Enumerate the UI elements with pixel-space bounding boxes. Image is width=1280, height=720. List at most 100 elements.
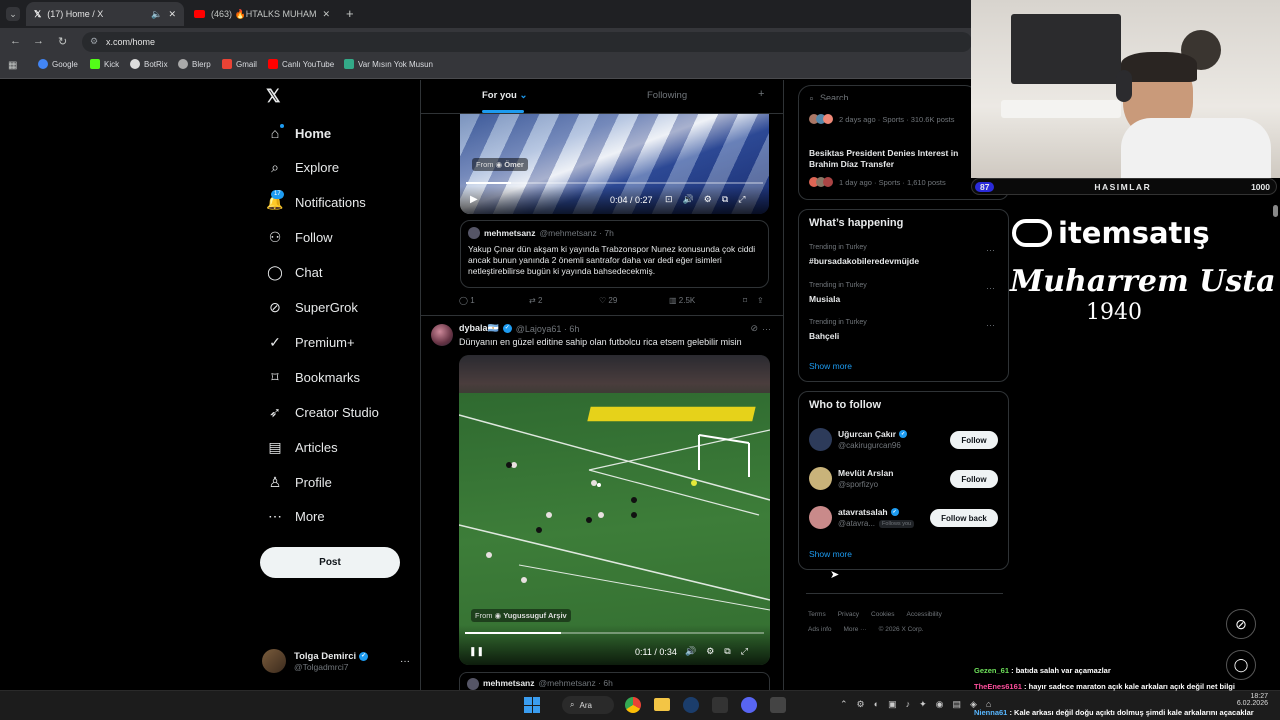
bookmark-botrix[interactable]: BotRix: [130, 59, 168, 69]
fullscreen-icon[interactable]: ⤢: [738, 194, 745, 205]
forward-icon[interactable]: →: [33, 35, 44, 47]
settings-icon[interactable]: ⚙: [704, 194, 712, 205]
bookmark-blerp[interactable]: Blerp: [178, 59, 211, 69]
avatar[interactable]: [809, 467, 832, 490]
video-player[interactable]: From ◉ Yugussuguf Arşiv ❚❚ 0:11 / 0:34 🔊…: [459, 355, 770, 665]
messages-fab-icon[interactable]: ◯: [1226, 650, 1256, 680]
bookmark-google[interactable]: Google: [38, 59, 78, 69]
footer-link[interactable]: Accessibility: [907, 607, 942, 622]
footer-link[interactable]: Ads info: [808, 622, 832, 637]
suggested-user-name[interactable]: Uğurcan Çakır: [838, 429, 896, 439]
footer-link[interactable]: Cookies: [871, 607, 894, 622]
more-dots-icon[interactable]: ···: [986, 320, 995, 330]
pip-icon[interactable]: ⧉: [722, 194, 728, 205]
more-dots-icon[interactable]: ···: [986, 245, 995, 255]
chrome-icon[interactable]: [625, 697, 641, 713]
follow-button[interactable]: Follow: [950, 470, 998, 488]
follow-button[interactable]: Follow: [950, 431, 998, 449]
sidebar-item-creator-studio[interactable]: ➶ Creator Studio: [268, 400, 379, 424]
taskbar-search[interactable]: ⌕ Ara: [562, 696, 614, 714]
reload-icon[interactable]: ↻: [58, 35, 67, 48]
scrollbar-thumb[interactable]: [1273, 205, 1278, 217]
footer-link[interactable]: More ···: [844, 622, 867, 637]
bookmark-kick[interactable]: Kick: [90, 59, 119, 69]
bookmark-youtube[interactable]: Canlı YouTube: [268, 59, 334, 69]
sidebar-item-follow[interactable]: ⚇ Follow: [268, 226, 333, 250]
pip-icon[interactable]: ⧉: [724, 646, 730, 657]
like-button[interactable]: ♡ 29: [599, 296, 669, 305]
footer-link[interactable]: Terms: [808, 607, 826, 622]
grok-icon[interactable]: ⊘: [750, 323, 758, 334]
app-icon[interactable]: [770, 697, 786, 713]
news-item-2-title[interactable]: Besiktas President Denies Interest in Br…: [809, 148, 975, 170]
sidebar-item-chat[interactable]: ◯ Chat: [267, 261, 322, 285]
suggested-user-name[interactable]: Mevlüt Arslan: [838, 468, 893, 478]
new-tab-icon[interactable]: +: [346, 6, 354, 21]
tab-for-you[interactable]: For you ⌄: [482, 90, 527, 101]
bookmark-gmail[interactable]: Gmail: [222, 59, 257, 69]
browser-tab-youtube[interactable]: (463) 🔥HTALKS MUHAMMED ✕: [186, 2, 338, 26]
sidebar-item-articles[interactable]: ▤ Articles: [268, 435, 337, 459]
tab-close-icon[interactable]: ✕: [322, 9, 330, 20]
video-player[interactable]: From ◉ Ömer ▶ 0:04 / 0:27 ⊡ 🔊 ⚙ ⧉ ⤢: [460, 114, 769, 214]
file-explorer-icon[interactable]: [654, 698, 670, 711]
sidebar-item-bookmarks[interactable]: ⌑ Bookmarks: [268, 365, 360, 389]
url-bar[interactable]: x.com/home: [82, 32, 972, 52]
system-tray[interactable]: ⌃ ⚙ ◐ ▣ ♪ ✦ ◉ ▤ ◈ ⌂: [840, 699, 991, 710]
trend-item[interactable]: Bahçeli: [809, 331, 839, 341]
tab-list-chevron-icon[interactable]: ⌄: [6, 7, 20, 21]
show-more-link[interactable]: Show more: [809, 549, 852, 559]
follow-button[interactable]: Follow back: [930, 509, 998, 527]
post-button[interactable]: Post: [260, 547, 400, 578]
windows-start-icon[interactable]: [524, 697, 540, 713]
video-progress-track[interactable]: [465, 632, 764, 634]
x-logo-icon[interactable]: 𝕏: [266, 86, 281, 107]
news-item-1[interactable]: 2 days ago · Sports · 310.6K posts: [809, 114, 954, 124]
suggested-user-name[interactable]: atavratsalah: [838, 507, 888, 517]
tab-close-icon[interactable]: ✕: [168, 9, 176, 20]
apps-grid-icon[interactable]: ▦: [8, 60, 17, 71]
pause-icon[interactable]: ❚❚: [469, 646, 484, 657]
browser-tab-x[interactable]: 𝕏 (17) Home / X 🔈 ✕: [26, 2, 184, 26]
more-dots-icon[interactable]: ···: [986, 283, 995, 293]
volume-icon[interactable]: 🔊: [685, 646, 696, 657]
quoted-post[interactable]: mehmetsanz @mehmetsanz · 7h Yakup Çınar …: [460, 220, 769, 288]
more-dots-icon[interactable]: ···: [400, 656, 410, 667]
steam-icon[interactable]: [683, 697, 699, 713]
avatar[interactable]: [809, 428, 832, 451]
bookmark-icon[interactable]: ⌑: [743, 296, 757, 305]
bookmark-var-misin[interactable]: Var Mısın Yok Musun: [344, 59, 433, 69]
add-tab-icon[interactable]: +: [758, 88, 764, 100]
site-info-icon[interactable]: ⚙: [90, 36, 98, 47]
grok-fab-icon[interactable]: ⊘: [1226, 609, 1256, 639]
avatar[interactable]: [431, 324, 453, 346]
fullscreen-icon[interactable]: ⤢: [741, 646, 748, 657]
play-icon[interactable]: ▶: [470, 194, 478, 205]
footer-link[interactable]: Privacy: [838, 607, 859, 622]
sidebar-item-premium[interactable]: ✓ Premium+: [268, 330, 354, 354]
sidebar-item-profile[interactable]: ♙ Profile: [268, 470, 332, 494]
sidebar-item-supergrok[interactable]: ⊘ SuperGrok: [268, 296, 358, 320]
sidebar-item-explore[interactable]: ⌕ Explore: [268, 156, 339, 180]
captions-icon[interactable]: ⊡: [665, 194, 673, 205]
quoted-post[interactable]: mehmetsanz @mehmetsanz · 6h: [459, 672, 770, 692]
app-icon[interactable]: [712, 697, 728, 713]
sidebar-item-notifications[interactable]: 🔔 17 Notifications: [266, 189, 366, 215]
avatar[interactable]: [809, 506, 832, 529]
discord-icon[interactable]: [741, 697, 757, 713]
reply-button[interactable]: ◯ 1: [459, 296, 529, 305]
share-icon[interactable]: ⇪: [757, 296, 764, 305]
tab-following[interactable]: Following: [647, 90, 687, 101]
show-more-link[interactable]: Show more: [809, 361, 852, 371]
back-icon[interactable]: ←: [10, 35, 21, 47]
account-switcher[interactable]: Tolga Demirci ✓ @Tolgadmrci7 ···: [262, 644, 410, 678]
clock[interactable]: 18:27 6.02.2026: [1228, 693, 1268, 707]
trend-item[interactable]: #bursadakobileredevmüjde: [809, 256, 919, 266]
more-dots-icon[interactable]: ···: [762, 324, 771, 334]
repost-button[interactable]: ⇄ 2: [529, 296, 599, 305]
tab-mute-icon[interactable]: 🔈: [151, 9, 162, 20]
post-author-name[interactable]: dybala🇦🇷: [459, 323, 499, 334]
video-progress-track[interactable]: [466, 182, 763, 184]
volume-icon[interactable]: 🔊: [683, 194, 694, 205]
sidebar-item-more[interactable]: ⋯ More: [268, 505, 325, 529]
